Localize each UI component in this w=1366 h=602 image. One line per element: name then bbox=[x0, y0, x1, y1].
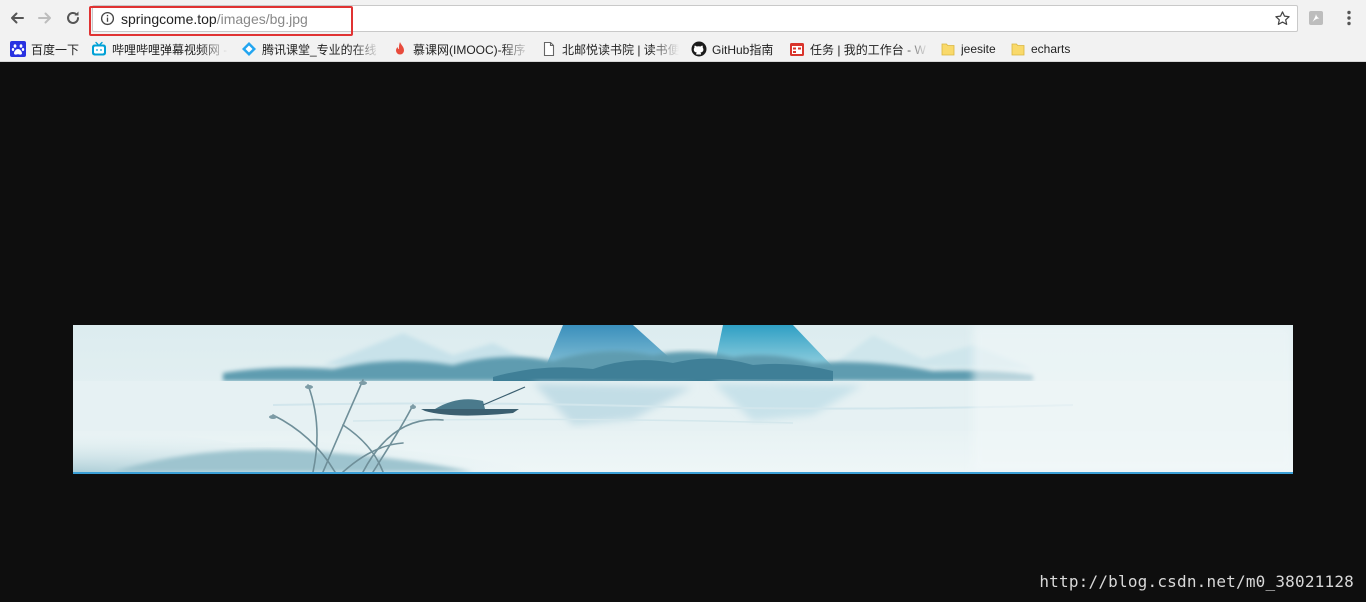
github-icon bbox=[691, 41, 707, 57]
bookmark-label: echarts bbox=[1031, 42, 1071, 56]
forward-button[interactable] bbox=[33, 6, 57, 30]
bookmark-star-icon[interactable] bbox=[1274, 10, 1291, 27]
browser-toolbar: springcome.top/images/bg.jpg bbox=[0, 0, 1366, 36]
bookmark-tencent-ketang[interactable]: 腾讯课堂_专业的在线 bbox=[241, 39, 380, 59]
bookmark-label: 哔哩哔哩弹幕视频网 - bbox=[112, 42, 228, 57]
back-arrow-icon bbox=[11, 12, 24, 24]
bookmark-label: 百度一下 bbox=[31, 42, 80, 57]
forward-arrow-icon bbox=[38, 12, 51, 24]
bookmark-baidu[interactable]: 百度一下 bbox=[10, 39, 84, 59]
bookmark-byr-reading[interactable]: 北邮悦读书院 | 读书便 bbox=[541, 39, 679, 59]
bookmark-bilibili[interactable]: 哔哩哔哩弹幕视频网 - bbox=[91, 39, 228, 59]
landscape-banner-image bbox=[73, 325, 1293, 474]
page-viewport: http://blog.csdn.net/m0_38021128 bbox=[0, 62, 1366, 602]
bookmark-label: 腾讯课堂_专业的在线 bbox=[262, 42, 377, 57]
extension-icon[interactable] bbox=[1308, 10, 1324, 26]
bookmark-github-guide[interactable]: GitHub指南 bbox=[691, 39, 781, 59]
csdn-watermark: http://blog.csdn.net/m0_38021128 bbox=[1039, 572, 1354, 591]
bookmark-folder-jeesite[interactable]: jeesite bbox=[940, 39, 1002, 59]
bookmark-task-workbench[interactable]: 任务 | 我的工作台 - W bbox=[789, 39, 929, 59]
reload-icon bbox=[67, 11, 79, 24]
menu-dots-icon[interactable] bbox=[1342, 9, 1356, 27]
bookmark-label: 北邮悦读书院 | 读书便 bbox=[562, 42, 679, 57]
folder-icon bbox=[940, 41, 956, 57]
bookmark-label: 慕课网(IMOOC)-程序 bbox=[413, 42, 526, 57]
imooc-flame-icon bbox=[392, 41, 408, 57]
bookmarks-bar: 百度一下 哔哩哔哩弹幕视频网 - 腾讯课堂_专业的在线 慕课网(IMOOC)-程… bbox=[0, 36, 1366, 62]
bookmark-label: jeesite bbox=[961, 42, 996, 56]
ink-landscape-illustration bbox=[73, 325, 1293, 472]
bookmark-imooc[interactable]: 慕课网(IMOOC)-程序 bbox=[392, 39, 529, 59]
folder-icon bbox=[1010, 41, 1026, 57]
address-bar[interactable]: springcome.top/images/bg.jpg bbox=[92, 5, 1298, 32]
url-text[interactable]: springcome.top/images/bg.jpg bbox=[121, 11, 308, 27]
baidu-paw-icon bbox=[10, 41, 26, 57]
bookmark-folder-echarts[interactable]: echarts bbox=[1010, 39, 1080, 59]
bookmark-label: GitHub指南 bbox=[712, 42, 774, 57]
bookmark-label: 任务 | 我的工作台 - W bbox=[810, 42, 926, 57]
task-calendar-icon bbox=[789, 41, 805, 57]
info-icon[interactable] bbox=[100, 11, 115, 26]
bilibili-tv-icon bbox=[91, 41, 107, 57]
url-path: /images/bg.jpg bbox=[216, 11, 308, 27]
url-host: springcome.top bbox=[121, 11, 217, 27]
reload-button[interactable] bbox=[61, 6, 85, 30]
back-button[interactable] bbox=[5, 6, 29, 30]
page-icon bbox=[541, 41, 557, 57]
tencent-ketang-icon bbox=[241, 41, 257, 57]
